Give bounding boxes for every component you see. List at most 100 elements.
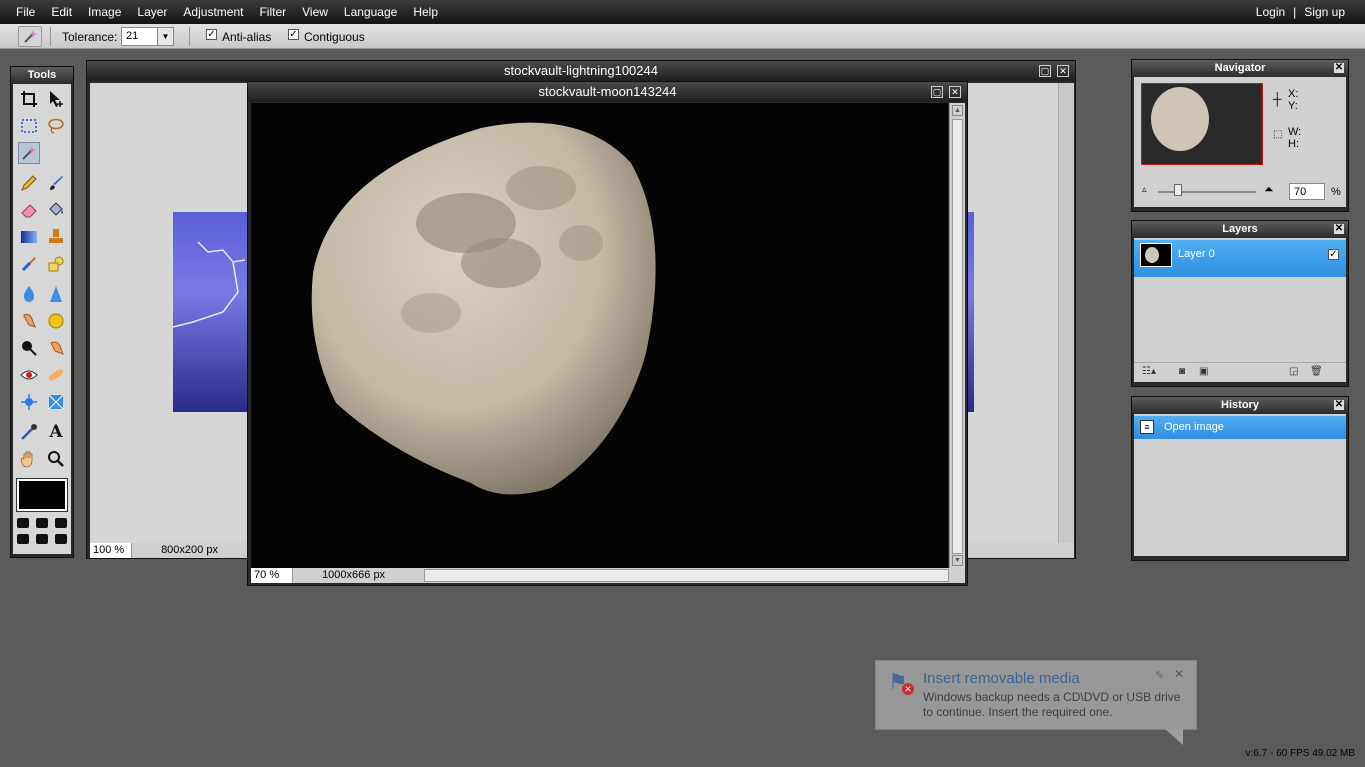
menu-help[interactable]: Help [405, 0, 446, 24]
chevron-down-icon[interactable]: ▼ [157, 28, 173, 45]
foreground-color-swatch[interactable] [16, 478, 68, 512]
navigator-zoom-value: 70 [1294, 186, 1307, 198]
swatch-slot[interactable] [36, 518, 48, 528]
contiguous-checkbox[interactable]: ✓ [288, 29, 299, 40]
menu-adjustment[interactable]: Adjustment [175, 0, 251, 24]
dodge-tool[interactable] [18, 337, 40, 359]
gradient-tool[interactable] [18, 226, 40, 248]
menu-image[interactable]: Image [80, 0, 129, 24]
burn-tool[interactable] [45, 337, 67, 359]
smudge-tool[interactable] [18, 310, 40, 332]
scroll-up-icon[interactable]: ▲ [952, 105, 963, 116]
sharpen-tool[interactable] [45, 283, 67, 305]
maximize-icon[interactable]: ▢ [1039, 65, 1051, 77]
antialias-label: Anti-alias [222, 30, 272, 44]
pinch-tool[interactable] [45, 391, 67, 413]
system-notification[interactable]: ⚑ ✕ Insert removable media ✎ ✕ Windows b… [875, 660, 1197, 730]
swatch-slot[interactable] [17, 518, 29, 528]
navigator-title-text: Navigator [1214, 62, 1266, 74]
spot-heal-tool[interactable] [45, 364, 67, 386]
login-link[interactable]: Login [1256, 5, 1285, 19]
lasso-tool[interactable] [45, 115, 67, 137]
new-folder-icon[interactable]: ▣ [1199, 366, 1208, 377]
zoom-slider-thumb[interactable] [1174, 184, 1182, 196]
color-replace-tool[interactable] [18, 253, 40, 275]
bloat-tool[interactable] [18, 391, 40, 413]
menu-layer[interactable]: Layer [129, 0, 175, 24]
shape-tool[interactable] [45, 253, 67, 275]
notification-tail [1165, 729, 1183, 745]
crop-tool[interactable] [18, 88, 40, 110]
window-titlebar[interactable]: stockvault-lightning100244 ▢ ✕ [87, 61, 1075, 81]
maximize-icon[interactable]: ▢ [931, 86, 943, 98]
tolerance-field[interactable]: 21 ▼ [121, 27, 174, 46]
navigator-zoom-field[interactable]: 70 [1289, 183, 1325, 200]
layer-row[interactable]: Layer 0 ✓ [1134, 240, 1346, 277]
color-picker-tool[interactable] [18, 421, 40, 443]
swatch-slot[interactable] [36, 534, 48, 544]
history-item[interactable]: ≡ Open image [1134, 416, 1346, 439]
options-separator [50, 27, 51, 46]
text-tool[interactable]: A [45, 421, 67, 443]
antialias-checkbox[interactable]: ✓ [206, 29, 217, 40]
tools-panel: Tools A [10, 66, 74, 558]
swatch-slot[interactable] [55, 534, 67, 544]
zoom-field[interactable]: 70 % [251, 568, 293, 583]
new-layer-icon[interactable]: ◲ [1289, 366, 1298, 377]
trash-icon[interactable]: 🗑 [1310, 366, 1323, 377]
pencil-tool[interactable] [18, 172, 40, 194]
paint-bucket-tool[interactable] [45, 199, 67, 221]
stamp-tool[interactable] [45, 226, 67, 248]
moon-graphic [311, 122, 656, 495]
horizontal-scrollbar[interactable] [424, 569, 949, 582]
zoom-tool[interactable] [45, 448, 67, 470]
layers-title: Layers ✕ [1132, 221, 1348, 238]
close-icon[interactable]: ✕ [1334, 400, 1344, 410]
magic-wand-tool[interactable] [18, 142, 40, 164]
layer-visibility-checkbox[interactable]: ✓ [1328, 249, 1339, 260]
brush-tool[interactable] [45, 172, 67, 194]
menu-file[interactable]: File [8, 0, 43, 24]
swatch-slot[interactable] [17, 534, 29, 544]
menu-filter[interactable]: Filter [251, 0, 294, 24]
settings-icon[interactable]: ✎ [1155, 669, 1164, 682]
scroll-down-icon[interactable]: ▼ [952, 555, 963, 566]
dodge-icon [22, 341, 37, 356]
zoom-slider-track[interactable] [1158, 191, 1256, 193]
status-bar: 70 % 1000x666 px [251, 568, 965, 583]
layer-styles-icon[interactable]: ☷▴ [1142, 366, 1156, 377]
close-icon[interactable]: ✕ [1174, 667, 1184, 681]
close-icon[interactable]: ✕ [1057, 65, 1069, 77]
menu-view[interactable]: View [294, 0, 336, 24]
window-titlebar[interactable]: stockvault-moon143244 ▢ ✕ [248, 82, 967, 102]
layer-mask-icon[interactable]: ◙ [1179, 366, 1185, 377]
signup-link[interactable]: Sign up [1304, 5, 1345, 19]
swatch-slot[interactable] [55, 518, 67, 528]
scrollbar-thumb[interactable] [952, 119, 963, 554]
move-tool[interactable] [45, 88, 67, 110]
menubar: File Edit Image Layer Adjustment Filter … [0, 0, 1365, 24]
close-icon[interactable]: ✕ [1334, 63, 1344, 73]
menu-edit[interactable]: Edit [43, 0, 80, 24]
auth-links: Login | Sign up [1256, 0, 1345, 24]
red-eye-tool[interactable] [18, 364, 40, 386]
document-icon: ≡ [1140, 420, 1154, 434]
vertical-scrollbar[interactable]: ▲ ▼ [949, 103, 965, 568]
sponge-tool[interactable] [45, 310, 67, 332]
layers-panel: Layers ✕ Layer 0 ✓ ☷▴ ◙ ▣ ◲ 🗑 [1131, 220, 1349, 387]
vertical-scrollbar[interactable] [1058, 83, 1074, 543]
document-window-moon[interactable]: stockvault-moon143244 ▢ ✕ ▲ ▼ 70 % 1000x… [247, 81, 968, 586]
menu-language[interactable]: Language [336, 0, 405, 24]
hand-tool[interactable] [18, 448, 40, 470]
crosshair-icon: ┼ [1273, 92, 1282, 106]
marquee-tool[interactable] [18, 115, 40, 137]
zoom-field[interactable]: 100 % [90, 543, 132, 558]
eraser-tool[interactable] [18, 199, 40, 221]
blur-tool[interactable] [18, 283, 40, 305]
current-tool-button[interactable] [18, 26, 42, 47]
navigator-thumbnail[interactable] [1141, 83, 1263, 165]
close-icon[interactable]: ✕ [949, 86, 961, 98]
zoom-out-icon[interactable]: ▵ [1142, 184, 1147, 195]
close-icon[interactable]: ✕ [1334, 224, 1344, 234]
zoom-in-icon[interactable]: ⏶ [1264, 182, 1274, 197]
